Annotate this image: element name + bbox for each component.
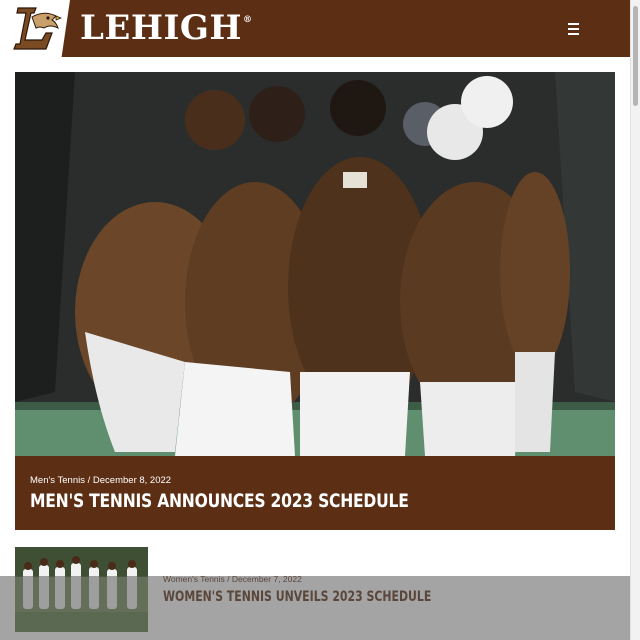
menu-line: [568, 33, 579, 35]
logo-link[interactable]: [0, 0, 70, 57]
story-date: December 7, 2022: [231, 574, 302, 584]
hero-story-meta: Men's Tennis / December 8, 2022: [30, 475, 171, 486]
lehigh-logo-icon: [13, 7, 62, 50]
story-meta: Women's Tennis / December 7, 2022: [163, 574, 302, 584]
menu-line: [568, 23, 579, 25]
tennis-huddle-image: [15, 72, 615, 456]
hero-story-title[interactable]: MEN'S TENNIS ANNOUNCES 2023 SCHEDULE: [30, 490, 409, 512]
trademark-mark: ®: [243, 15, 253, 25]
story-card[interactable]: Women's Tennis / December 7, 2022 WOMEN'…: [15, 547, 615, 633]
brand-wordmark[interactable]: LEHIGH®: [80, 7, 253, 49]
story-thumbnail[interactable]: [15, 547, 148, 632]
page-scrollbar[interactable]: [630, 0, 640, 640]
hamburger-menu-button[interactable]: [562, 19, 586, 39]
hero-story-date: December 8, 2022: [92, 475, 172, 486]
site-header: LEHIGH®: [0, 0, 630, 57]
hero-caption: Men's Tennis / December 8, 2022 MEN'S TE…: [15, 456, 615, 530]
menu-line: [568, 28, 579, 30]
meta-separator: /: [84, 475, 93, 486]
hero-photo: [15, 72, 615, 456]
brand-name: LEHIGH: [80, 8, 243, 48]
story-category[interactable]: Women's Tennis: [163, 574, 225, 584]
scrollbar-thumb[interactable]: [633, 6, 638, 106]
meta-separator: /: [224, 574, 232, 584]
hero-story-category[interactable]: Men's Tennis: [30, 475, 85, 486]
womens-tennis-team-image: [15, 547, 148, 632]
story-title[interactable]: WOMEN'S TENNIS UNVEILS 2023 SCHEDULE: [163, 589, 431, 605]
hero-story-card[interactable]: Men's Tennis / December 8, 2022 MEN'S TE…: [15, 72, 615, 530]
